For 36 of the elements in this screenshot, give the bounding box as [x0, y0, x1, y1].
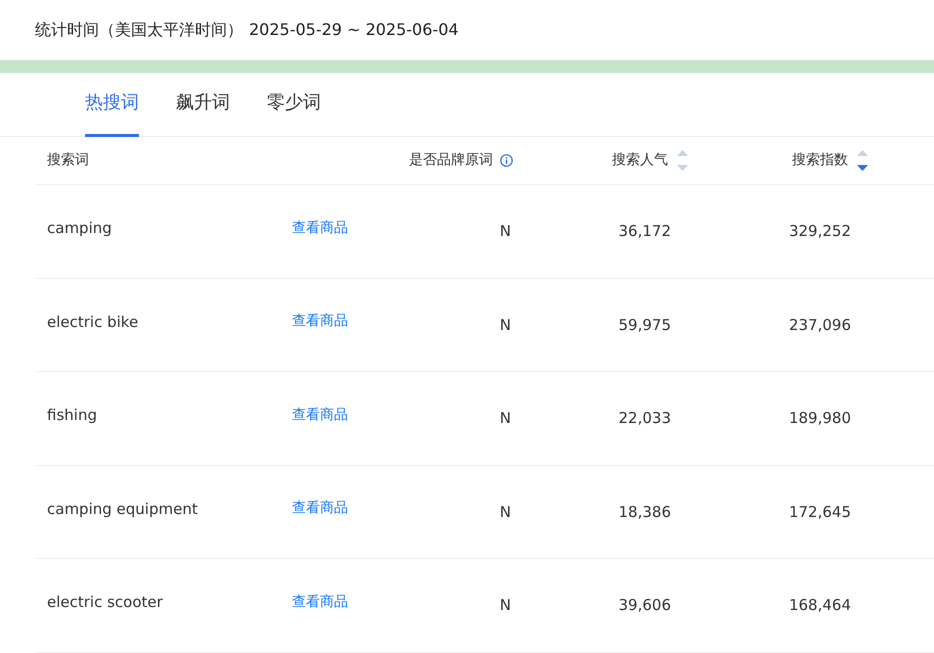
column-header[interactable]: 搜索指数 — [792, 150, 848, 171]
sort-icon[interactable] — [857, 150, 868, 171]
table-cell-text: 18,386 — [618, 502, 671, 522]
search-term: camping — [47, 218, 112, 239]
view-products-link[interactable]: 查看商品 — [292, 498, 348, 520]
table-cell-text: 39,606 — [618, 595, 671, 616]
search-term: electric bike — [47, 312, 138, 332]
search-term: electric scooter — [47, 592, 163, 613]
view-products-link[interactable]: 查看商品 — [292, 404, 348, 426]
view-products-link[interactable]: 查看商品 — [292, 218, 348, 239]
tab[interactable]: 飙升词 — [176, 89, 230, 137]
search-term: fishing — [47, 405, 97, 426]
table-cell-text: N — [500, 595, 511, 616]
table-cell-text: N — [500, 408, 511, 429]
table-cell-text: N — [500, 314, 511, 336]
table-cell-text: 329,252 — [788, 221, 851, 242]
search-term: camping equipment — [47, 498, 198, 520]
table-cell-text: N — [500, 221, 511, 242]
table-cell-text: 22,033 — [618, 408, 671, 429]
tab[interactable]: 热搜词 — [85, 89, 139, 137]
table-cell-text: 172,645 — [788, 502, 851, 522]
table-cell-text: N — [500, 502, 511, 522]
view-products-link[interactable]: 查看商品 — [292, 311, 348, 332]
table-cell-text: 168,464 — [788, 595, 851, 616]
stat-period-label: 统计时间（美国太平洋时间） — [35, 19, 243, 41]
table-cell-text: 36,172 — [618, 221, 671, 242]
table-cell-text: 237,096 — [788, 314, 851, 336]
table-cell-text: 59,975 — [618, 314, 671, 336]
date-range: 2025-05-29 ~ 2025-06-04 — [249, 19, 459, 41]
column-header[interactable]: 搜索人气 — [612, 150, 668, 171]
view-products-link[interactable]: 查看商品 — [292, 592, 348, 613]
tab[interactable]: 零少词 — [267, 89, 321, 137]
column-header: 搜索词 — [47, 151, 89, 170]
table-cell-text: 189,980 — [788, 408, 851, 429]
column-header: 是否品牌原词 — [409, 151, 493, 170]
info-icon[interactable] — [500, 154, 513, 167]
